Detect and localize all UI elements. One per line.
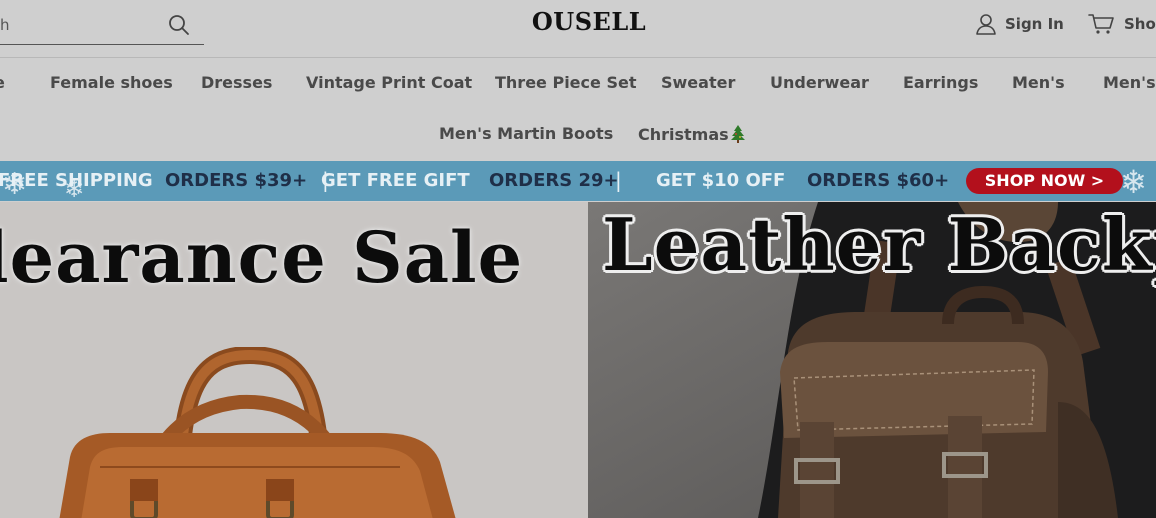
main-navigation: e Female shoes Dresses Vintage Print Coa… xyxy=(0,58,1156,160)
hero-backpack-title: Leather Backpa xyxy=(602,202,1156,287)
promo-free-gift: GET FREE GIFT xyxy=(321,170,470,191)
christmas-tree-icon xyxy=(730,124,746,143)
nav-item-mens-2[interactable]: Men's xyxy=(1103,73,1156,92)
site-header: OUSELL Sign In Shop xyxy=(0,0,1156,58)
nav-item-mens-martin-boots[interactable]: Men's Martin Boots xyxy=(439,124,613,143)
nav-item-christmas[interactable]: Christmas xyxy=(638,124,746,144)
cart-label: Shop xyxy=(1124,15,1156,33)
promo-free-shipping: FREE SHIPPING xyxy=(0,170,153,191)
nav-item-partial[interactable]: e xyxy=(0,73,5,92)
cart-link[interactable]: Shop xyxy=(1088,11,1156,37)
hero-banner-clearance[interactable]: learance Sale xyxy=(0,202,588,518)
nav-item-earrings[interactable]: Earrings xyxy=(903,73,978,92)
search-icon[interactable] xyxy=(168,14,190,36)
nav-item-christmas-label: Christmas xyxy=(638,125,729,144)
search-input[interactable] xyxy=(0,8,158,42)
nav-item-underwear[interactable]: Underwear xyxy=(770,73,869,92)
nav-item-female-shoes[interactable]: Female shoes xyxy=(50,73,173,92)
snowflake-icon: ❄ xyxy=(1120,163,1147,201)
nav-item-three-piece-set[interactable]: Three Piece Set xyxy=(495,73,636,92)
hero-clearance-title: learance Sale xyxy=(0,216,524,299)
promo-orders-60: ORDERS $60+ xyxy=(807,170,950,191)
user-icon xyxy=(975,13,997,35)
promo-orders-39: ORDERS $39+ xyxy=(165,170,308,191)
leather-briefcase-image xyxy=(59,347,456,518)
nav-item-vintage-print-coat[interactable]: Vintage Print Coat xyxy=(306,73,472,92)
sign-in-label: Sign In xyxy=(1005,15,1064,33)
nav-item-sweater[interactable]: Sweater xyxy=(661,73,735,92)
promo-get-10-off: GET $10 OFF xyxy=(656,170,786,191)
promo-orders-29: ORDERS 29+ xyxy=(489,170,619,191)
promo-separator: | xyxy=(615,168,622,192)
shop-now-button[interactable]: SHOP NOW > xyxy=(966,168,1123,194)
nav-item-dresses[interactable]: Dresses xyxy=(201,73,272,92)
page: OUSELL Sign In Shop e xyxy=(0,0,1156,518)
promo-banner[interactable]: ❄ ❄ FREE SHIPPING ORDERS $39+ | GET FREE… xyxy=(0,161,1156,201)
nav-item-mens-1[interactable]: Men's xyxy=(1012,73,1065,92)
search-bar xyxy=(0,8,204,45)
site-logo[interactable]: OUSELL xyxy=(489,7,689,36)
hero-banner-backpack[interactable]: Leather Backpa xyxy=(588,202,1156,518)
sign-in-link[interactable]: Sign In xyxy=(975,11,1064,37)
cart-icon xyxy=(1088,13,1116,35)
